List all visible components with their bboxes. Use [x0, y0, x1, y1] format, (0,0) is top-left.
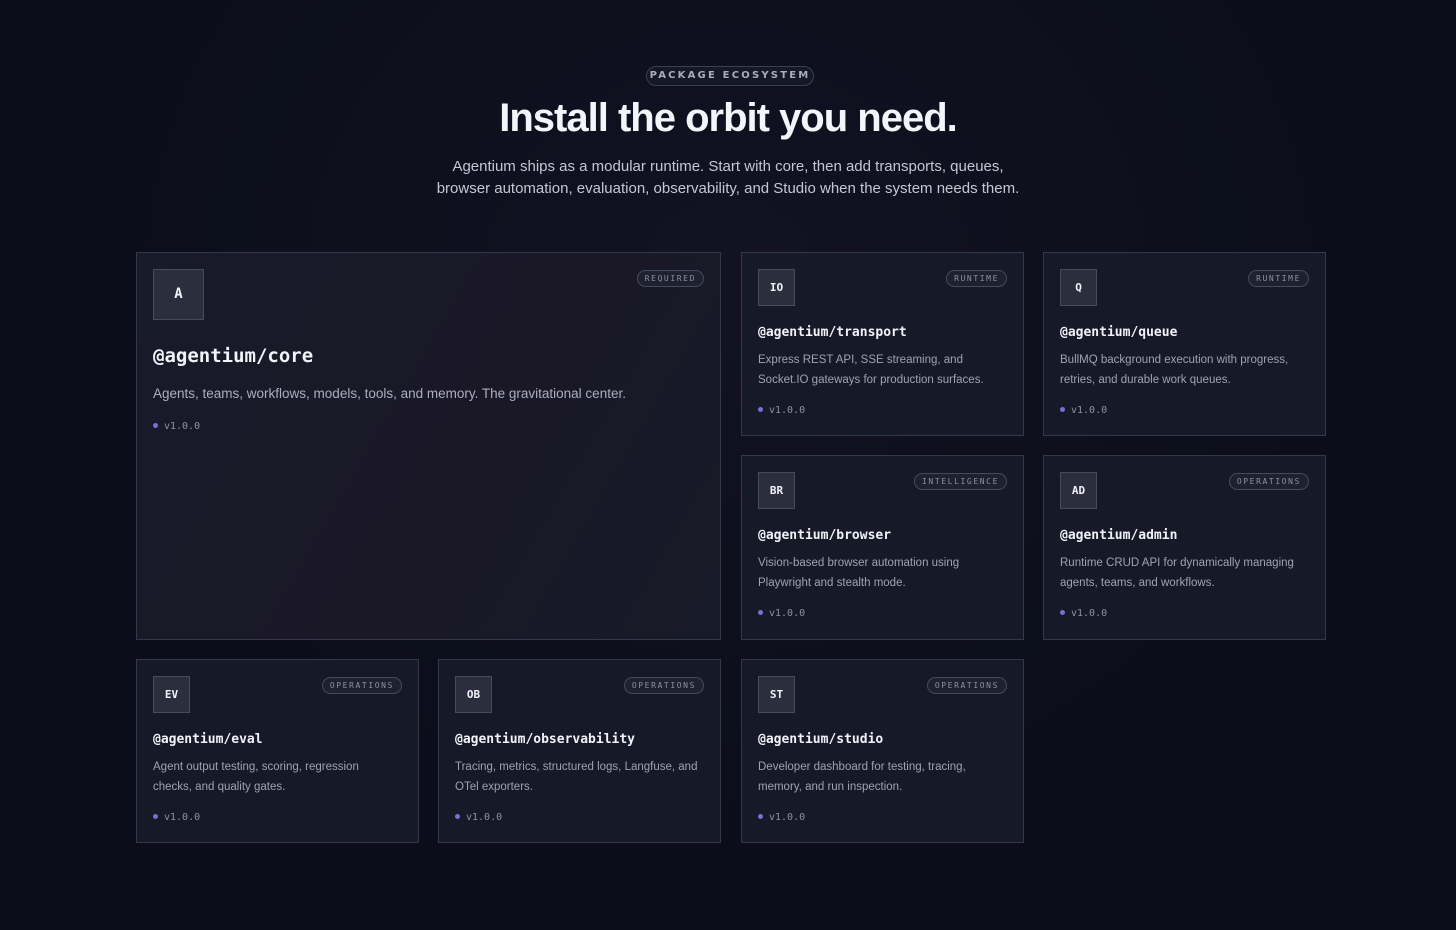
package-card-queue[interactable]: Q RUNTIME @agentium/queue BullMQ backgro…: [1043, 252, 1326, 436]
package-tag: RUNTIME: [1248, 270, 1309, 287]
package-ecosystem-section: PACKAGE ECOSYSTEM Install the orbit you …: [0, 0, 1456, 930]
package-name: @agentium/browser: [758, 528, 892, 543]
package-tag: REQUIRED: [636, 270, 704, 287]
section-eyebrow-badge: PACKAGE ECOSYSTEM: [646, 66, 814, 86]
package-card-core[interactable]: A REQUIRED @agentium/core Agents, teams,…: [136, 252, 721, 640]
package-tag: OPERATIONS: [321, 677, 402, 694]
package-version-label: v1.0.0: [769, 812, 806, 823]
package-tag: INTELLIGENCE: [914, 473, 1007, 490]
package-version: v1.0.0: [1060, 405, 1107, 416]
package-eval-icon: EV: [153, 676, 190, 713]
section-subtitle-line-1: Agentium ships as a modular runtime. Sta…: [452, 158, 1004, 175]
package-name: @agentium/admin: [1060, 528, 1178, 543]
package-card-transport[interactable]: IO RUNTIME @agentium/transport Express R…: [741, 252, 1024, 436]
version-dot-icon: [758, 610, 763, 615]
section-title: Install the orbit you need.: [499, 96, 958, 140]
package-description: Tracing, metrics, structured logs, Langf…: [455, 761, 698, 793]
version-dot-icon: [455, 814, 460, 819]
package-description: Developer dashboard for testing, tracing…: [758, 761, 966, 793]
package-name: @agentium/transport: [758, 325, 907, 340]
package-version: v1.0.0: [758, 608, 805, 619]
version-dot-icon: [153, 814, 158, 819]
package-version-label: v1.0.0: [164, 812, 201, 823]
section-subtitle-line-2: browser automation, evaluation, observab…: [436, 180, 1020, 197]
package-version-label: v1.0.0: [164, 421, 201, 432]
package-transport-icon: IO: [758, 269, 795, 306]
version-dot-icon: [153, 423, 158, 428]
package-description: Agent output testing, scoring, regressio…: [153, 761, 359, 793]
package-description: Vision-based browser automation using Pl…: [758, 557, 960, 589]
package-name: @agentium/eval: [153, 732, 263, 747]
package-name: @agentium/queue: [1060, 325, 1178, 340]
package-version: v1.0.0: [455, 812, 502, 823]
package-version: v1.0.0: [153, 812, 200, 823]
package-name: @agentium/studio: [758, 732, 884, 747]
package-version: v1.0.0: [153, 421, 200, 432]
version-dot-icon: [758, 407, 763, 412]
version-dot-icon: [758, 814, 763, 819]
package-version: v1.0.0: [758, 812, 805, 823]
package-tag: OPERATIONS: [926, 677, 1007, 694]
package-description: Agents, teams, workflows, models, tools,…: [153, 386, 626, 401]
version-dot-icon: [1060, 610, 1065, 615]
section-subtitle: Agentium ships as a modular runtime. Sta…: [0, 156, 1456, 200]
package-version: v1.0.0: [1060, 608, 1107, 619]
package-studio-icon: ST: [758, 676, 795, 713]
package-name: @agentium/observability: [455, 732, 636, 747]
package-version: v1.0.0: [758, 405, 805, 416]
package-description: Runtime CRUD API for dynamically managin…: [1060, 557, 1294, 589]
package-name: @agentium/core: [153, 345, 314, 367]
package-version-label: v1.0.0: [769, 405, 806, 416]
package-card-admin[interactable]: AD OPERATIONS @agentium/admin Runtime CR…: [1043, 455, 1326, 640]
package-card-eval[interactable]: EV OPERATIONS @agentium/eval Agent outpu…: [136, 659, 419, 843]
version-dot-icon: [1060, 407, 1065, 412]
package-version-label: v1.0.0: [1071, 608, 1108, 619]
package-description: BullMQ background execution with progres…: [1060, 354, 1289, 386]
package-browser-icon: BR: [758, 472, 795, 509]
package-card-studio[interactable]: ST OPERATIONS @agentium/studio Developer…: [741, 659, 1024, 843]
package-tag: RUNTIME: [946, 270, 1007, 287]
package-version-label: v1.0.0: [769, 608, 806, 619]
package-version-label: v1.0.0: [1071, 405, 1108, 416]
package-description: Express REST API, SSE streaming, and Soc…: [758, 354, 984, 386]
package-core-icon: A: [153, 269, 204, 320]
package-observability-icon: OB: [455, 676, 492, 713]
package-tag: OPERATIONS: [1228, 473, 1309, 490]
package-card-observability[interactable]: OB OPERATIONS @agentium/observability Tr…: [438, 659, 721, 843]
package-card-browser[interactable]: BR INTELLIGENCE @agentium/browser Vision…: [741, 455, 1024, 640]
package-tag: OPERATIONS: [623, 677, 704, 694]
package-queue-icon: Q: [1060, 269, 1097, 306]
package-version-label: v1.0.0: [466, 812, 503, 823]
package-admin-icon: AD: [1060, 472, 1097, 509]
